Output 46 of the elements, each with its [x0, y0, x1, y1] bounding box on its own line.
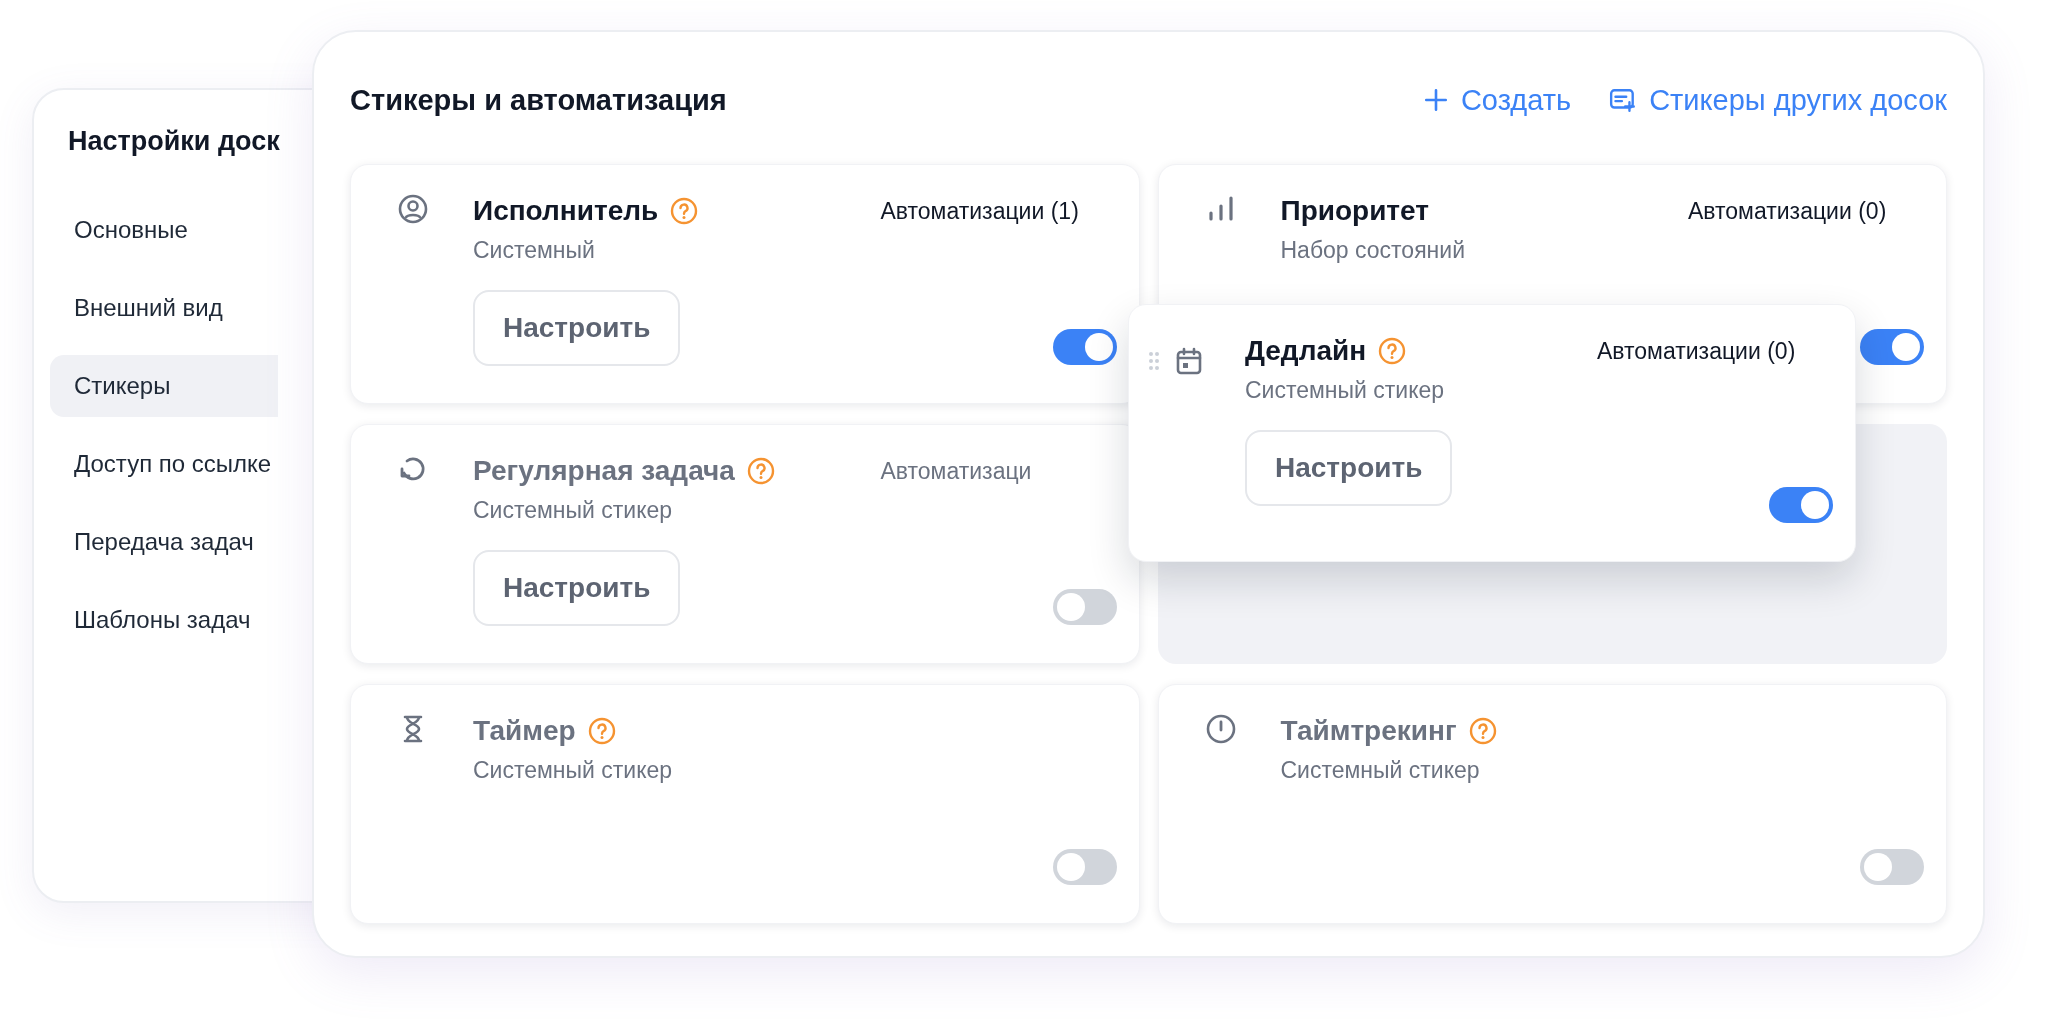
sticker-add-icon: [1609, 87, 1638, 113]
nav-item[interactable]: Передача задач: [50, 511, 278, 573]
sticker-title: Дедлайн: [1245, 335, 1367, 367]
toggle-switch[interactable]: [1860, 849, 1924, 885]
sticker-subtitle: Системный стикер: [473, 497, 673, 524]
automations-count: Автоматизации (1): [880, 197, 1079, 226]
automations-count: Автоматизации (0): [1597, 337, 1796, 366]
header-link[interactable]: Создать: [1422, 83, 1572, 117]
clock-icon: [1204, 713, 1237, 745]
help-icon[interactable]: [746, 457, 775, 485]
help-icon[interactable]: [1468, 717, 1497, 745]
help-icon[interactable]: [1378, 337, 1407, 365]
sticker-subtitle: Набор состояний: [1280, 237, 1466, 264]
header-link[interactable]: Стикеры других досок: [1609, 83, 1947, 117]
plus-icon: [1422, 87, 1449, 113]
panel-title: Настройки доск: [67, 126, 281, 157]
toggle-switch[interactable]: [1769, 487, 1833, 523]
sticker-title: Таймтрекинг: [1280, 715, 1457, 747]
toggle-switch[interactable]: [1052, 329, 1117, 365]
sticker-subtitle: Системный стикер: [1280, 757, 1480, 784]
toggle-switch[interactable]: [1052, 849, 1117, 885]
sticker-title: Исполнитель: [473, 195, 659, 227]
nav-item[interactable]: Стикеры: [50, 355, 278, 417]
sticker-title: Таймер: [473, 715, 576, 747]
person-icon: [397, 193, 429, 225]
nav-item[interactable]: Доступ по ссылке: [50, 433, 278, 495]
sticker-subtitle: Системный: [473, 237, 595, 264]
sticker-subtitle: Системный стикер: [473, 757, 673, 784]
panel-title: Стикеры и автоматизация: [350, 83, 727, 117]
sticker-subtitle: Системный стикер: [1245, 377, 1445, 404]
dragged-sticker-card[interactable]: Дедлайн Системный стикер Настроить Автоматизации (0): [1128, 304, 1856, 562]
help-icon[interactable]: [587, 717, 616, 745]
nav-item[interactable]: Шаблоны задач: [50, 589, 278, 651]
help-icon[interactable]: [670, 197, 699, 225]
drag-handle-icon[interactable]: [1149, 352, 1159, 370]
sticker-title: Регулярная задача: [473, 455, 735, 487]
nav-item[interactable]: Основные: [50, 199, 278, 261]
sticker-title: Приоритет: [1280, 195, 1429, 227]
toggle-switch[interactable]: [1860, 329, 1924, 365]
configure-button[interactable]: Настроить: [473, 550, 681, 626]
nav-item[interactable]: Внешний вид: [50, 277, 278, 339]
configure-button[interactable]: Настроить: [473, 290, 681, 366]
automations-count: Автоматизаци: [880, 457, 1032, 486]
automations-count: Автоматизации (0): [1688, 197, 1887, 226]
configure-button[interactable]: Настроить: [1245, 430, 1453, 506]
toggle-switch[interactable]: [1052, 589, 1117, 625]
